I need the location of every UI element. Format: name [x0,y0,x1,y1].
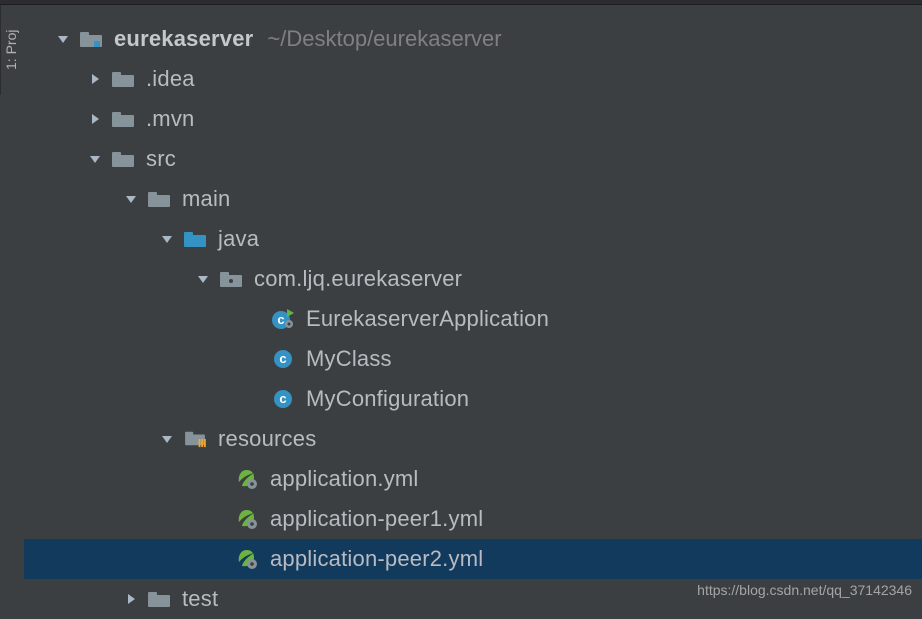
node-label: com.ljq.eurekaserver [254,266,462,292]
package-icon [218,266,244,292]
node-label: .idea [146,66,195,92]
node-label: application-peer2.yml [270,546,483,572]
node-label: resources [218,426,316,452]
node-label: MyClass [306,346,392,372]
module-folder-icon [78,26,104,52]
expand-arrow-down-icon[interactable] [194,270,212,288]
watermark-text: https://blog.csdn.net/qq_37142346 [697,582,912,598]
tree-node-myconfig[interactable]: c MyConfiguration [24,379,922,419]
expand-arrow-right-icon[interactable] [86,70,104,88]
java-class-icon: c [270,346,296,372]
node-label: application-peer1.yml [270,506,483,532]
folder-icon [110,66,136,92]
tree-node-yml0[interactable]: application.yml [24,459,922,499]
resources-folder-icon [182,426,208,452]
tree-node-package[interactable]: com.ljq.eurekaserver [24,259,922,299]
tree-node-mvn[interactable]: .mvn [24,99,922,139]
tree-node-yml2[interactable]: application-peer2.yml [24,539,922,579]
folder-icon [146,186,172,212]
tree-node-resources[interactable]: resources [24,419,922,459]
expand-arrow-down-icon[interactable] [86,150,104,168]
tree-node-main[interactable]: main [24,179,922,219]
node-label: application.yml [270,466,419,492]
expand-arrow-right-icon[interactable] [122,590,140,608]
tree-node-idea[interactable]: .idea [24,59,922,99]
folder-icon [146,586,172,612]
node-label: EurekaserverApplication [306,306,549,332]
expand-arrow-down-icon[interactable] [54,30,72,48]
project-tool-tab[interactable]: 1: Proj [0,5,24,95]
node-label: java [218,226,259,252]
node-path: ~/Desktop/eurekaserver [267,26,501,52]
spring-config-icon [234,466,260,492]
folder-icon [110,106,136,132]
svg-text:c: c [279,391,286,406]
svg-text:c: c [277,312,284,327]
expand-arrow-down-icon[interactable] [158,430,176,448]
svg-text:c: c [279,351,286,366]
tree-node-src[interactable]: src [24,139,922,179]
expand-arrow-right-icon[interactable] [86,110,104,128]
tree-node-root[interactable]: eurekaserver ~/Desktop/eurekaserver [24,19,922,59]
node-label: eurekaserver [114,26,253,52]
tree-node-java[interactable]: java [24,219,922,259]
node-label: MyConfiguration [306,386,469,412]
spring-config-icon [234,506,260,532]
expand-arrow-down-icon[interactable] [122,190,140,208]
java-class-icon: c [270,386,296,412]
folder-icon [110,146,136,172]
tree-node-myclass[interactable]: c MyClass [24,339,922,379]
source-folder-icon [182,226,208,252]
node-label: main [182,186,231,212]
spring-boot-app-icon: c [270,306,296,332]
spring-config-icon [234,546,260,572]
project-tree: eurekaserver ~/Desktop/eurekaserver .ide… [24,5,922,604]
tree-node-app[interactable]: c EurekaserverApplication [24,299,922,339]
node-label: .mvn [146,106,194,132]
tree-node-yml1[interactable]: application-peer1.yml [24,499,922,539]
node-label: test [182,586,218,612]
node-label: src [146,146,176,172]
expand-arrow-down-icon[interactable] [158,230,176,248]
